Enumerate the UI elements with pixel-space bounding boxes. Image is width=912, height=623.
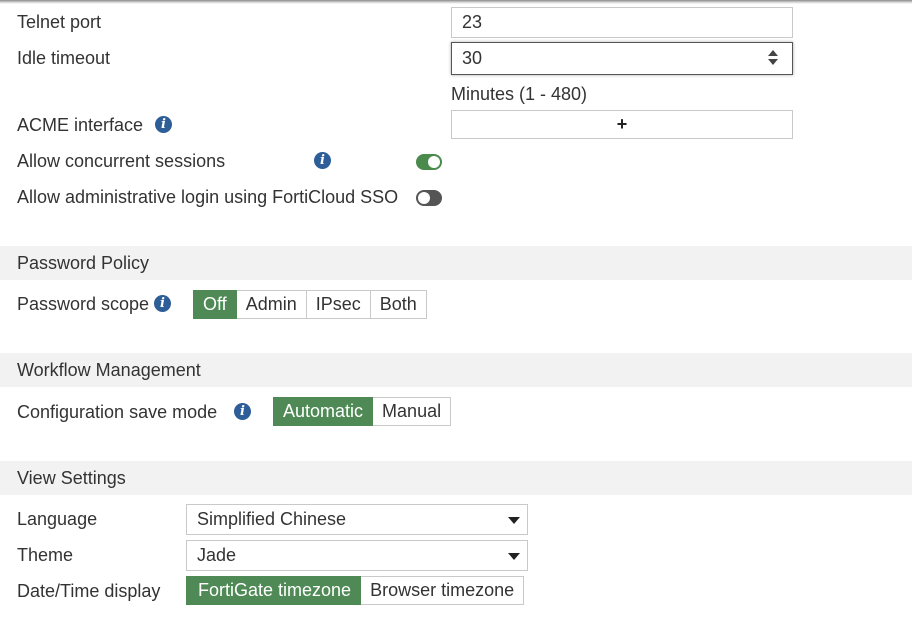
idle-timeout-label: Idle timeout [17,48,111,68]
save-mode-manual[interactable]: Manual [373,397,452,426]
config-save-mode-label: Configuration save mode [17,402,218,422]
spinner-arrows-icon[interactable] [768,50,778,66]
password-scope-ipsec[interactable]: IPsec [306,290,371,319]
password-scope-off[interactable]: Off [193,290,237,319]
telnet-port-input[interactable] [451,7,793,38]
datetime-browser-timezone[interactable]: Browser timezone [361,576,525,605]
password-scope-selector[interactable]: Off Admin IPsec Both [193,290,427,319]
workflow-management-header: Workflow Management [0,353,912,387]
info-icon[interactable]: i [234,403,251,420]
telnet-port-label: Telnet port [17,12,102,32]
dropdown-caret-icon [508,553,520,560]
datetime-fortigate-timezone[interactable]: FortiGate timezone [186,576,362,605]
password-scope-both[interactable]: Both [370,290,427,319]
section-title: Workflow Management [17,360,201,380]
datetime-display-selector[interactable]: FortiGate timezone Browser timezone [186,576,525,605]
save-mode-automatic[interactable]: Automatic [273,397,374,426]
forticloud-sso-label: Allow administrative login using FortiCl… [17,187,399,207]
view-settings-header: View Settings [0,461,912,495]
datetime-display-label: Date/Time display [17,581,161,601]
top-shadow [0,0,912,4]
idle-timeout-field[interactable]: 30 [451,42,793,75]
concurrent-sessions-label: Allow concurrent sessions [17,151,226,171]
dropdown-caret-icon [508,517,520,524]
info-icon[interactable]: i [314,152,331,169]
language-label: Language [17,509,98,529]
language-select[interactable]: Simplified Chinese [186,504,528,535]
idle-timeout-hint: Minutes (1 - 480) [451,84,588,104]
password-scope-admin[interactable]: Admin [236,290,307,319]
acme-interface-add-button[interactable]: + [451,110,793,139]
section-title: View Settings [17,468,126,488]
password-policy-header: Password Policy [0,246,912,280]
password-scope-label: Password scope [17,294,150,314]
theme-select[interactable]: Jade [186,540,528,571]
acme-interface-label: ACME interface [17,115,144,135]
config-save-mode-selector[interactable]: Automatic Manual [273,397,452,426]
forticloud-sso-toggle[interactable] [416,190,442,206]
language-value: Simplified Chinese [197,509,347,529]
info-icon[interactable]: i [155,116,172,133]
info-icon[interactable]: i [154,295,171,312]
concurrent-sessions-toggle[interactable] [416,154,442,170]
section-title: Password Policy [17,253,150,273]
theme-value: Jade [197,545,237,565]
idle-timeout-value: 30 [462,48,483,68]
theme-label: Theme [17,545,74,565]
